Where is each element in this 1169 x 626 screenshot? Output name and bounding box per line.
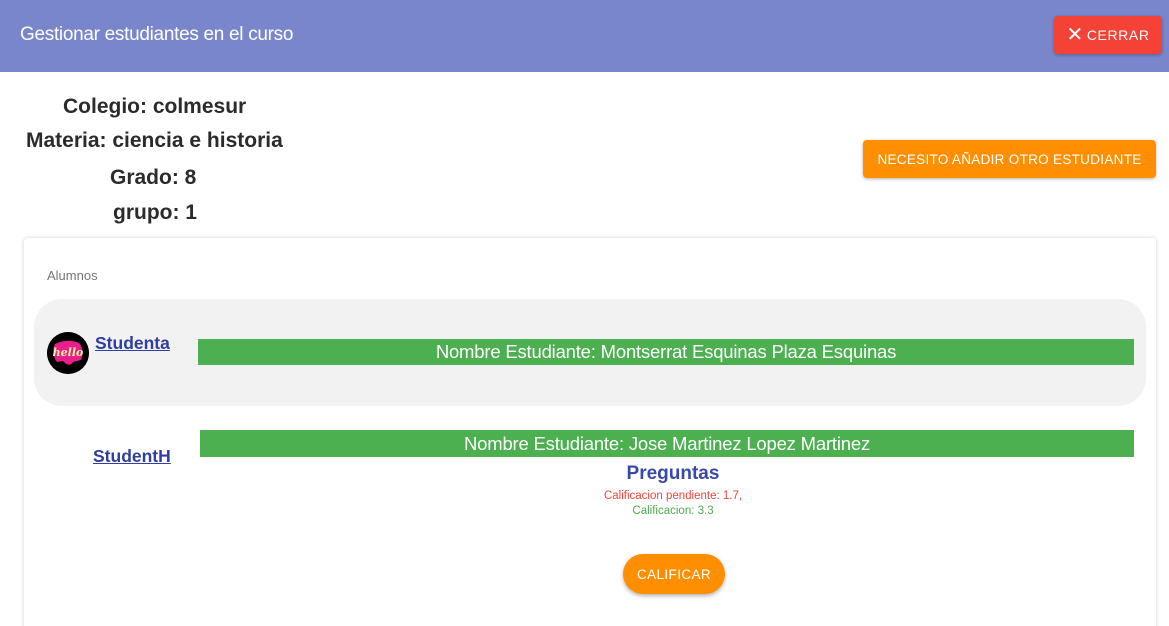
svg-text:hello: hello — [53, 346, 84, 359]
app-header: Gestionar estudiantes en el curso ✕ CERR… — [0, 0, 1169, 72]
hello-logo-icon: hello — [47, 332, 89, 374]
students-section-label: Alumnos — [47, 268, 98, 283]
add-student-button[interactable]: NECESITO AÑADIR OTRO ESTUDIANTE — [863, 140, 1156, 178]
group-label: grupo: 1 — [113, 201, 197, 224]
student-name-bar: Nombre Estudiante: Montserrat Esquinas P… — [198, 339, 1134, 365]
school-label: Colegio: colmesur — [63, 95, 247, 118]
close-button[interactable]: ✕ CERRAR — [1054, 16, 1162, 54]
student-name-bar: Nombre Estudiante: Jose Martinez Lopez M… — [200, 430, 1134, 457]
grade-button[interactable]: CALIFICAR — [623, 554, 725, 594]
grade-text: Calificacion: 3.3 — [632, 505, 714, 517]
student-link-studenth[interactable]: StudentH — [93, 446, 171, 467]
avatar: hello — [47, 332, 89, 374]
page-title: Gestionar estudiantes en el curso — [20, 24, 294, 45]
close-button-label: CERRAR — [1086, 27, 1150, 43]
subject-label: Materia: ciencia e historia — [26, 129, 283, 152]
questions-title: Preguntas — [626, 463, 720, 484]
close-icon: ✕ — [1066, 24, 1084, 46]
pending-grade-text: Calificacion pendiente: 1.7, — [603, 490, 743, 502]
student-link-studenta[interactable]: Studenta — [95, 333, 170, 354]
grade-label: Grado: 8 — [110, 166, 197, 189]
